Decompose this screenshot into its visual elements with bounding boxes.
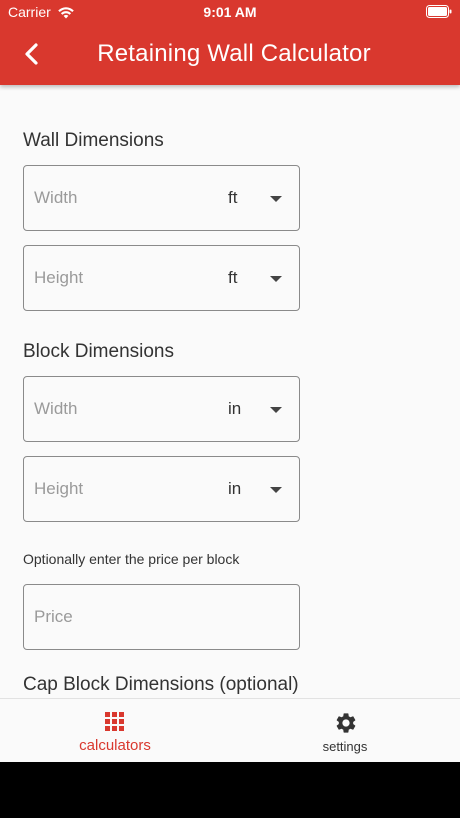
- page-title: Retaining Wall Calculator: [97, 40, 371, 67]
- price-placeholder: Price: [34, 607, 73, 626]
- wall-width-placeholder: Width: [34, 188, 78, 207]
- battery-icon: [426, 5, 452, 18]
- nav-label-settings: settings: [322, 739, 368, 754]
- price-field[interactable]: Price: [23, 584, 300, 650]
- app-bar: Retaining Wall Calculator: [0, 24, 460, 85]
- gear-icon: [336, 713, 356, 733]
- block-width-placeholder: Width: [34, 399, 78, 418]
- wall-height-field[interactable]: Height ft: [23, 245, 300, 311]
- status-time: 9:01 AM: [203, 4, 257, 20]
- caret-down-icon[interactable]: [270, 407, 282, 413]
- nav-item-calculators[interactable]: calculators: [0, 699, 230, 762]
- block-height-unit[interactable]: in: [228, 479, 241, 499]
- bottom-nav: calculators settings: [0, 698, 460, 762]
- app-screen: Carrier 9:01 AM Retaining Wall Calculato…: [0, 0, 460, 762]
- wall-height-placeholder: Height: [34, 268, 84, 287]
- caret-down-icon[interactable]: [270, 276, 282, 282]
- nav-label-calculators: calculators: [79, 737, 151, 754]
- wall-width-field[interactable]: Width ft: [23, 165, 300, 231]
- header: Carrier 9:01 AM Retaining Wall Calculato…: [0, 0, 460, 85]
- grid-icon: [105, 712, 125, 732]
- status-bar: Carrier 9:01 AM: [0, 0, 460, 24]
- block-dimensions-title: Block Dimensions: [23, 341, 174, 362]
- block-height-placeholder: Height: [34, 479, 84, 498]
- caret-down-icon[interactable]: [270, 487, 282, 493]
- caret-down-icon[interactable]: [270, 196, 282, 202]
- wall-dimensions-title: Wall Dimensions: [23, 130, 164, 151]
- block-width-field[interactable]: Width in: [23, 376, 300, 442]
- wall-height-unit[interactable]: ft: [228, 268, 237, 288]
- cap-block-dimensions-title: Cap Block Dimensions (optional): [23, 674, 299, 695]
- block-height-field[interactable]: Height in: [23, 456, 300, 522]
- block-width-unit[interactable]: in: [228, 399, 241, 419]
- calculator-form: Wall Dimensions Width ft Height ft Block…: [0, 85, 460, 698]
- wall-width-unit[interactable]: ft: [228, 188, 237, 208]
- nav-item-settings[interactable]: settings: [230, 699, 460, 762]
- price-hint: Optionally enter the price per block: [23, 551, 240, 567]
